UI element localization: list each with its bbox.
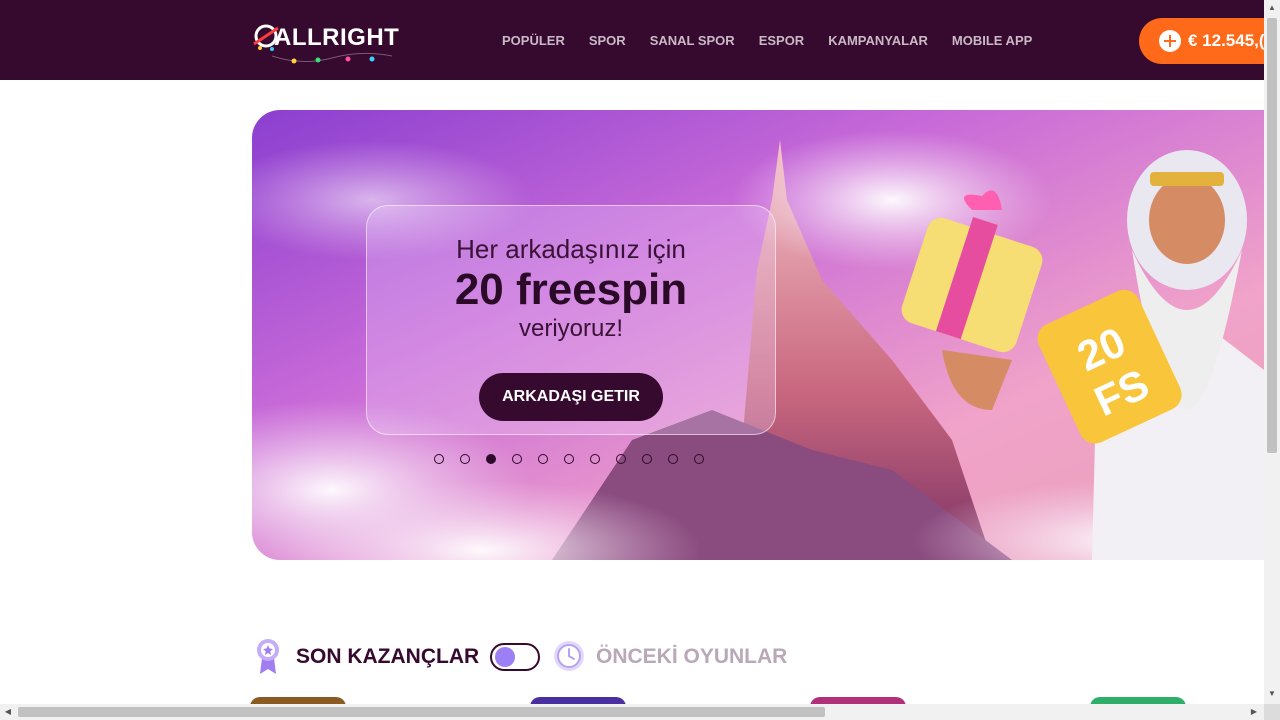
logo[interactable]: ALLRIGHT bbox=[252, 18, 399, 64]
promo-card: Her arkadaşınız için 20 freespin veriyor… bbox=[366, 205, 776, 435]
carousel-dots bbox=[434, 454, 704, 464]
nav-kampanyalar[interactable]: KAMPANYALAR bbox=[816, 33, 940, 48]
vertical-scrollbar[interactable]: ▲ ▼ bbox=[1264, 0, 1280, 720]
section-title: SON KAZANÇLAR bbox=[296, 645, 480, 668]
horizontal-scroll-thumb[interactable] bbox=[18, 707, 825, 717]
scrollbar-corner bbox=[1264, 704, 1280, 720]
carousel-dot[interactable] bbox=[512, 454, 522, 464]
promo-banner[interactable]: 20 FS Her arkadaşınız için 20 freespin v… bbox=[252, 110, 1264, 560]
promo-subtitle: Her arkadaşınız için bbox=[456, 234, 686, 264]
carousel-dot[interactable] bbox=[564, 454, 574, 464]
horizontal-scrollbar[interactable]: ◀ ▶ bbox=[0, 704, 1264, 720]
nav-mobile-app[interactable]: MOBILE APP bbox=[940, 33, 1044, 48]
promo-tagline: veriyoruz! bbox=[518, 315, 624, 343]
carousel-dot[interactable] bbox=[642, 454, 652, 464]
vertical-scroll-thumb[interactable] bbox=[1267, 18, 1277, 453]
scroll-down-arrow-icon[interactable]: ▼ bbox=[1264, 686, 1280, 702]
scroll-left-arrow-icon[interactable]: ◀ bbox=[0, 704, 16, 720]
top-header: ALLRIGHT POPÜLER SPOR SANAL SPOR ESPOR K… bbox=[0, 0, 1280, 80]
scroll-right-arrow-icon[interactable]: ▶ bbox=[1246, 704, 1262, 720]
carousel-dot[interactable] bbox=[590, 454, 600, 464]
invite-friend-button[interactable]: ARKADAŞI GETIR bbox=[479, 373, 663, 422]
logo-text: ALLRIGHT bbox=[274, 24, 400, 51]
carousel-dot[interactable] bbox=[538, 454, 548, 464]
previous-games-tab[interactable]: ÖNCEKİ OYUNLAR bbox=[596, 645, 787, 669]
carousel-dot[interactable] bbox=[694, 454, 704, 464]
plus-icon bbox=[1159, 30, 1181, 52]
medal-icon bbox=[257, 639, 279, 674]
main-nav: POPÜLER SPOR SANAL SPOR ESPOR KAMPANYALA… bbox=[490, 0, 1044, 80]
recent-wins-section-header: SON KAZANÇLAR ÖNCEKİ OYUNLAR bbox=[252, 636, 952, 680]
clock-icon bbox=[554, 641, 584, 671]
toggle-knob bbox=[495, 647, 515, 667]
carousel-dot[interactable] bbox=[616, 454, 626, 464]
scroll-up-arrow-icon[interactable]: ▲ bbox=[1264, 0, 1280, 16]
deposit-balance-button[interactable]: € 12.545,( bbox=[1139, 18, 1280, 64]
page: ALLRIGHT POPÜLER SPOR SANAL SPOR ESPOR K… bbox=[0, 0, 1280, 720]
logo-lights-icon bbox=[272, 52, 392, 64]
carousel-dot-active[interactable] bbox=[486, 454, 496, 464]
nav-populer[interactable]: POPÜLER bbox=[490, 33, 577, 48]
nav-espor[interactable]: ESPOR bbox=[747, 33, 817, 48]
carousel-dot[interactable] bbox=[434, 454, 444, 464]
nav-spor[interactable]: SPOR bbox=[577, 33, 638, 48]
balance-amount: € 12.545,( bbox=[1188, 31, 1265, 50]
nav-sanal-spor[interactable]: SANAL SPOR bbox=[638, 33, 747, 48]
carousel-dot[interactable] bbox=[460, 454, 470, 464]
carousel-dot[interactable] bbox=[668, 454, 678, 464]
promo-headline: 20 freespin bbox=[454, 265, 688, 314]
section-toggle[interactable] bbox=[490, 643, 540, 671]
